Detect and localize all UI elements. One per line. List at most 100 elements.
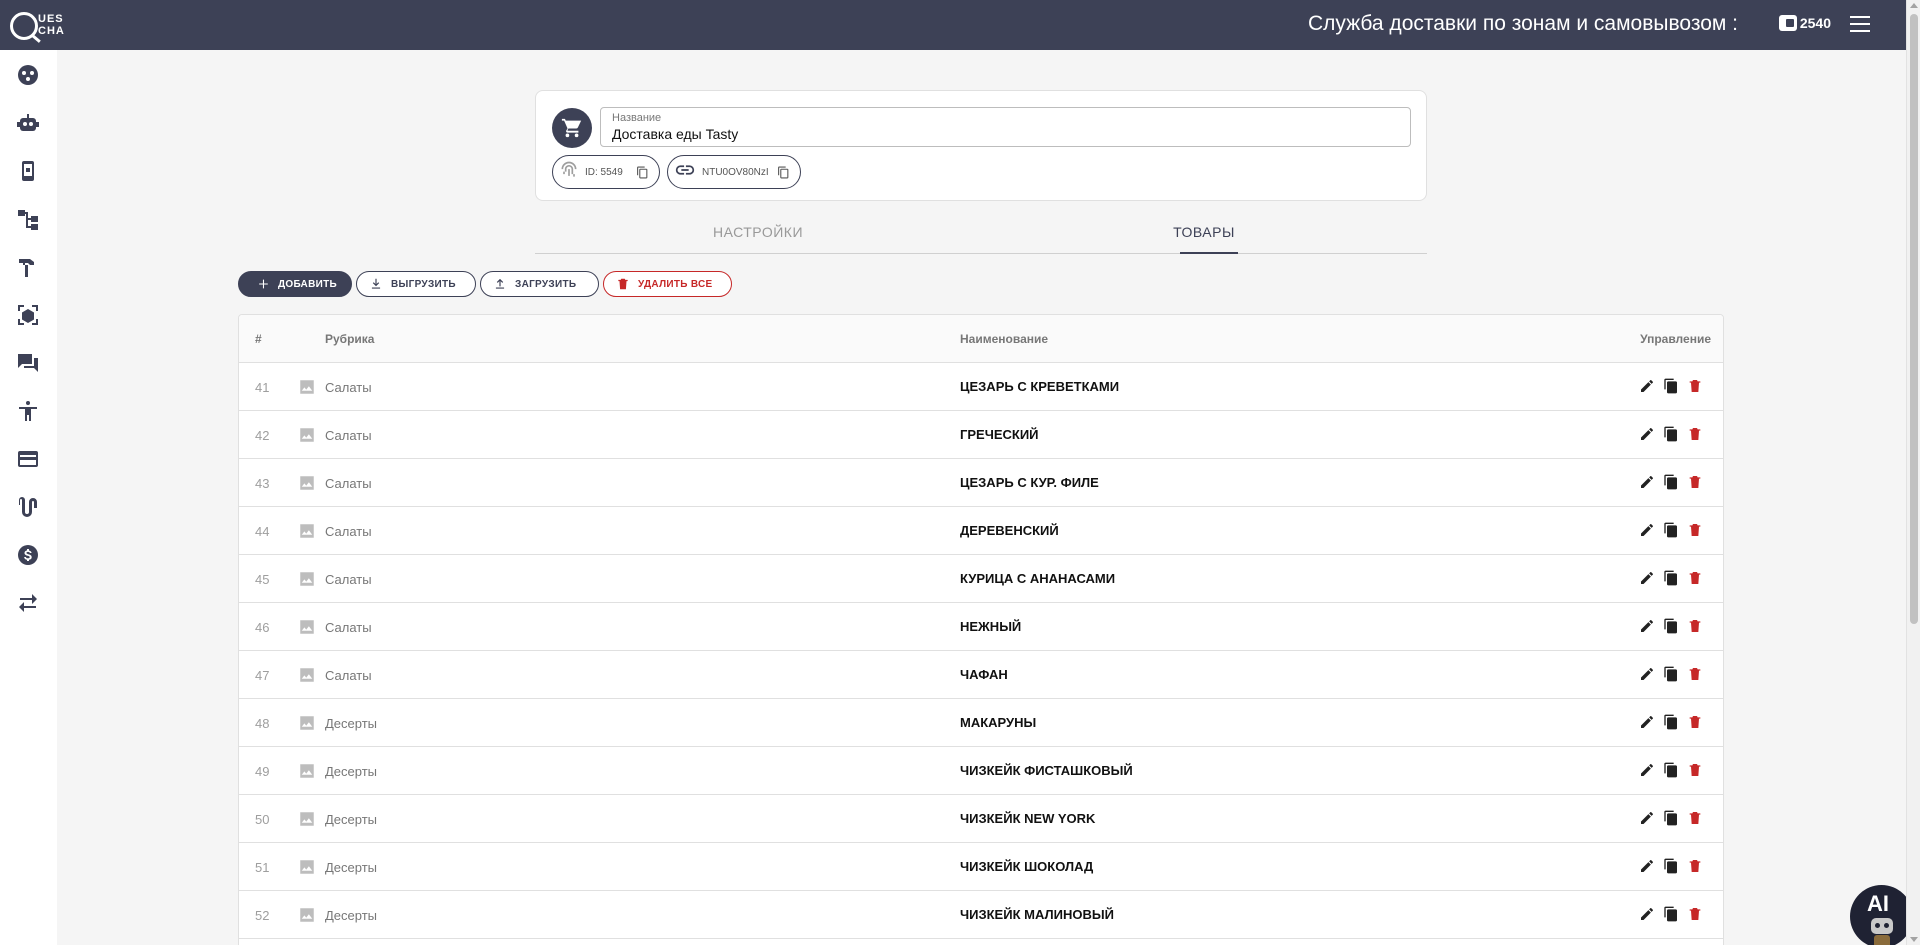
table-row[interactable]: 49 Десерты ЧИЗКЕЙК ФИСТАШКОВЫЙ	[239, 747, 1723, 795]
scroll-up-arrow[interactable]	[1910, 3, 1918, 8]
forum-icon	[18, 354, 38, 372]
table-row[interactable]: 51 Десерты ЧИЗКЕЙК ШОКОЛАД	[239, 843, 1723, 891]
duplicate-icon[interactable]	[1663, 666, 1679, 682]
sidebar-item-routes[interactable]	[16, 495, 40, 519]
table-row[interactable]: 50 Десерты ЧИЗКЕЙК NEW YORK	[239, 795, 1723, 843]
delete-icon[interactable]	[1687, 666, 1703, 682]
row-number: 41	[255, 380, 270, 395]
export-button[interactable]: ВЫГРУЗИТЬ	[356, 271, 476, 297]
sidebar-item-exchange[interactable]	[16, 591, 40, 615]
sidebar-item-3d[interactable]	[16, 303, 40, 327]
plus-icon	[259, 279, 268, 289]
delete-icon[interactable]	[1687, 426, 1703, 442]
delete-icon[interactable]	[1687, 474, 1703, 490]
delete-icon[interactable]	[1687, 618, 1703, 634]
edit-icon[interactable]	[1639, 858, 1655, 874]
duplicate-icon[interactable]	[1663, 858, 1679, 874]
id-chip[interactable]: ID: 5549	[552, 155, 660, 189]
duplicate-icon[interactable]	[1663, 522, 1679, 538]
sidebar-item-app[interactable]	[16, 159, 40, 183]
edit-icon[interactable]	[1639, 474, 1655, 490]
edit-icon[interactable]	[1639, 618, 1655, 634]
duplicate-icon[interactable]	[1663, 570, 1679, 586]
row-number: 51	[255, 860, 270, 875]
import-button[interactable]: ЗАГРУЗИТЬ	[480, 271, 599, 297]
duplicate-icon[interactable]	[1663, 762, 1679, 778]
link-chip[interactable]: NTU0OV80NzI	[667, 155, 801, 189]
delete-icon[interactable]	[1687, 858, 1703, 874]
delete-icon[interactable]	[1687, 714, 1703, 730]
col-name-header: Наименование	[960, 332, 1049, 346]
table-row[interactable]: 46 Салаты НЕЖНЫЙ	[239, 603, 1723, 651]
add-button[interactable]: ДОБАВИТЬ	[238, 271, 352, 297]
edit-icon[interactable]	[1639, 570, 1655, 586]
sidebar-item-groups[interactable]	[16, 63, 40, 87]
name-field[interactable]: Название	[600, 107, 1411, 147]
image-placeholder-icon	[298, 426, 316, 444]
sidebar-item-accessibility[interactable]	[16, 399, 40, 423]
name-input[interactable]	[612, 126, 1392, 142]
balance-indicator[interactable]: 2540	[1778, 15, 1831, 31]
logo[interactable]: UES CHA	[10, 8, 70, 42]
sidebar-item-bots[interactable]	[16, 111, 40, 135]
scroll-thumb[interactable]	[1910, 14, 1918, 624]
delete-all-button[interactable]: УДАЛИТЬ ВСЕ	[603, 271, 732, 297]
tab-products[interactable]: ТОВАРЫ	[981, 224, 1427, 240]
active-tab-indicator	[1180, 252, 1238, 254]
duplicate-icon[interactable]	[1663, 378, 1679, 394]
edit-icon[interactable]	[1639, 426, 1655, 442]
row-actions	[1639, 570, 1703, 586]
row-actions	[1639, 474, 1703, 490]
table-row[interactable]: 42 Салаты ГРЕЧЕСКИЙ	[239, 411, 1723, 459]
delete-icon[interactable]	[1687, 906, 1703, 922]
sidebar-item-chats[interactable]	[16, 351, 40, 375]
table-row[interactable]: 45 Салаты КУРИЦА С АНАНАСАМИ	[239, 555, 1723, 603]
edit-icon[interactable]	[1639, 714, 1655, 730]
scroll-down-arrow[interactable]	[1910, 937, 1918, 942]
edit-icon[interactable]	[1639, 762, 1655, 778]
sidebar-item-finance[interactable]	[16, 543, 40, 567]
tab-settings[interactable]: НАСТРОЙКИ	[535, 224, 981, 240]
products-table: # Рубрика Наименование Управление 41 Сала…	[238, 314, 1724, 945]
col-num-header: #	[255, 332, 262, 346]
row-rubric: Десерты	[325, 908, 378, 923]
edit-icon[interactable]	[1639, 378, 1655, 394]
edit-icon[interactable]	[1639, 810, 1655, 826]
image-placeholder-icon	[298, 762, 316, 780]
copy-id-icon[interactable]	[636, 166, 649, 179]
delete-icon[interactable]	[1687, 522, 1703, 538]
duplicate-icon[interactable]	[1663, 714, 1679, 730]
edit-icon[interactable]	[1639, 666, 1655, 682]
table-row[interactable]: 52 Десерты ЧИЗКЕЙК МАЛИНОВЫЙ	[239, 891, 1723, 939]
sidebar-item-payments[interactable]	[16, 447, 40, 471]
table-row[interactable]: 41 Салаты ЦЕЗАРЬ С КРЕВЕТКАМИ	[239, 363, 1723, 411]
copy-link-icon[interactable]	[777, 166, 790, 179]
fingerprint-icon	[559, 160, 579, 185]
duplicate-icon[interactable]	[1663, 474, 1679, 490]
sidebar-item-tools[interactable]	[16, 255, 40, 279]
delete-icon[interactable]	[1687, 570, 1703, 586]
sidebar-item-hierarchy[interactable]	[16, 207, 40, 231]
delete-icon[interactable]	[1687, 378, 1703, 394]
delete-icon[interactable]	[1687, 810, 1703, 826]
edit-icon[interactable]	[1639, 906, 1655, 922]
hamburger-menu-button[interactable]	[1850, 16, 1870, 32]
duplicate-icon[interactable]	[1663, 906, 1679, 922]
table-row[interactable]: 47 Салаты ЧАФАН	[239, 651, 1723, 699]
import-button-label: ЗАГРУЗИТЬ	[515, 278, 577, 290]
top-app-bar: UES CHA Служба доставки по зонам и самов…	[0, 0, 1906, 50]
duplicate-icon[interactable]	[1663, 810, 1679, 826]
route-icon	[19, 497, 37, 517]
table-row[interactable]: 44 Салаты ДЕРЕВЕНСКИЙ	[239, 507, 1723, 555]
page-scrollbar[interactable]	[1906, 0, 1920, 945]
ai-assistant-button[interactable]: AI	[1850, 885, 1913, 945]
duplicate-icon[interactable]	[1663, 426, 1679, 442]
row-product-name: ЧАФАН	[960, 667, 1008, 682]
hierarchy-icon	[18, 210, 38, 230]
edit-icon[interactable]	[1639, 522, 1655, 538]
table-row[interactable]: 48 Десерты МАКАРУНЫ	[239, 699, 1723, 747]
delete-icon[interactable]	[1687, 762, 1703, 778]
row-product-name: ГРЕЧЕСКИЙ	[960, 427, 1039, 442]
duplicate-icon[interactable]	[1663, 618, 1679, 634]
table-row[interactable]: 43 Салаты ЦЕЗАРЬ С КУР. ФИЛЕ	[239, 459, 1723, 507]
